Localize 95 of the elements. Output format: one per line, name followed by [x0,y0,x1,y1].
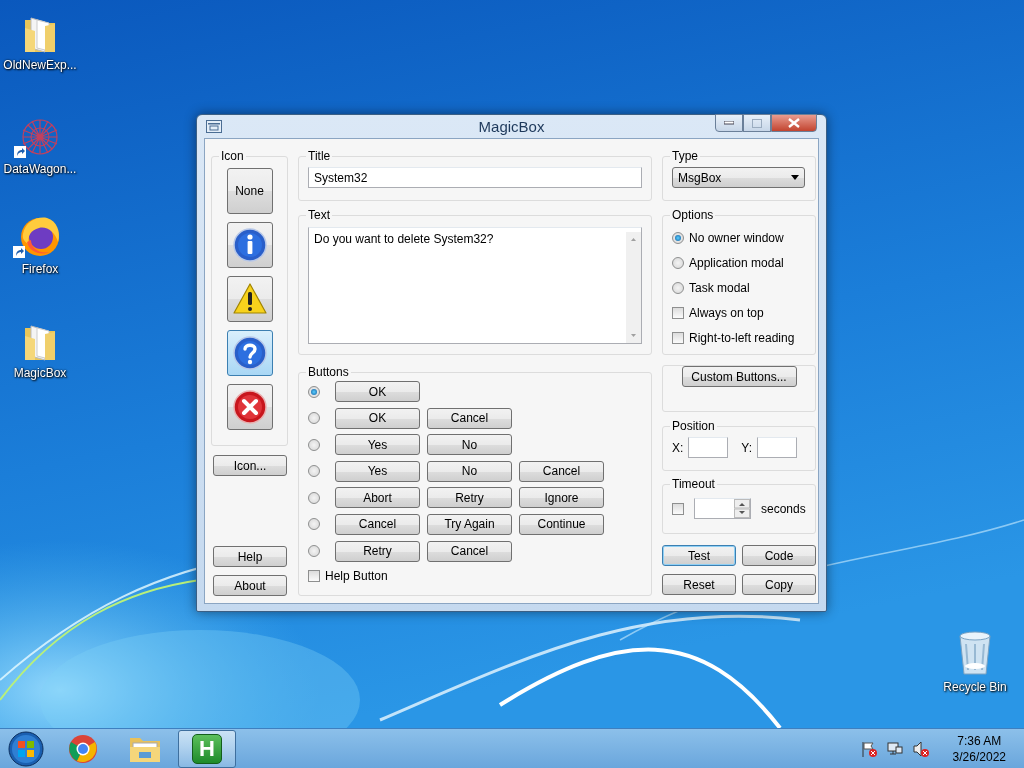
group-label: Text [307,208,331,222]
radio-button[interactable] [308,491,320,504]
folder-icon [23,14,57,54]
checkbox[interactable] [672,502,684,515]
dropdown-value: MsgBox [678,170,722,185]
about-button[interactable]: About [213,575,287,596]
info-icon [232,228,267,262]
icon-label[interactable]: Firefox [21,262,59,276]
x-field[interactable] [688,437,729,458]
sample-button[interactable]: Abort [335,487,420,509]
group-label: Title [307,149,332,163]
trash-bin-icon [957,630,993,676]
sample-button[interactable]: No [427,434,512,456]
group-label: Timeout [671,477,716,491]
flag-icon[interactable] [860,740,877,757]
type-dropdown[interactable]: MsgBox [672,167,805,188]
browser-icon [68,733,98,764]
group-label: Options [671,208,715,222]
checkbox[interactable] [308,570,320,583]
icon-label[interactable]: MagicBox [13,366,67,380]
code-button[interactable]: Code [742,545,816,566]
sample-button[interactable]: Cancel [427,540,512,562]
sample-button[interactable]: Cancel [427,407,512,429]
sample-button[interactable]: Cancel [335,513,420,535]
help-button[interactable]: Help [213,546,287,567]
copy-button[interactable]: Copy [742,574,816,595]
radio-button[interactable] [308,518,320,531]
test-button[interactable]: Test [662,545,736,566]
group-label: Position [671,419,716,433]
window-title: MagicBox [477,118,546,135]
network-icon[interactable] [886,740,903,757]
question-icon [232,336,267,370]
sample-button[interactable]: Try Again [427,513,512,535]
sample-button[interactable]: OK [335,381,420,402]
icon-option-button[interactable]: None [226,168,273,214]
sample-button[interactable]: Retry [427,487,512,509]
custom-buttons-button[interactable]: Custom Buttons... [681,366,797,387]
sample-button[interactable]: Ignore [519,487,604,509]
scrollbar[interactable] [626,232,641,343]
error-icon [232,390,267,424]
caret-icon [791,175,799,180]
timeout-field[interactable] [694,498,751,519]
group-label: Buttons [307,365,350,379]
radio-button[interactable] [672,231,684,244]
y-field[interactable] [757,437,798,458]
spinner-arrows[interactable] [734,499,750,518]
reset-button[interactable]: Reset [662,574,736,595]
radio-button[interactable] [308,465,320,478]
sample-button[interactable]: OK [335,407,420,429]
sample-button[interactable]: Cancel [519,460,604,482]
close-icon [788,118,800,128]
option-label: No owner window [689,230,784,245]
sample-button[interactable]: Retry [335,540,420,562]
message-field[interactable]: Do you want to delete System32? [308,227,642,344]
checkbox[interactable] [672,331,684,344]
sample-button[interactable]: Yes [335,460,420,482]
maximize-button[interactable] [743,114,771,132]
radio-button[interactable] [308,438,320,451]
icon-browse-button[interactable]: Icon... [213,455,287,476]
option-label: Application modal [689,255,784,270]
group-label: Icon [220,149,245,163]
checkbox[interactable] [672,306,684,319]
option-label: Task modal [689,280,750,295]
option-label: Right-to-left reading [689,330,795,345]
icon-option-button[interactable] [226,276,273,322]
folder-icon [23,322,57,362]
radio-button[interactable] [308,545,320,558]
sample-button[interactable]: No [427,460,512,482]
speaker-icon[interactable] [912,740,929,757]
radio-button[interactable] [308,412,320,425]
radio-button[interactable] [308,385,320,398]
minimize-button[interactable] [715,114,743,132]
sample-button[interactable]: Continue [519,513,604,535]
unit-label: seconds [761,501,806,516]
field-label: X: [672,440,684,455]
minimize-icon [724,121,734,125]
message-text: Do you want to delete System32? [314,232,494,246]
clock-time: 7:36 AM [957,732,1002,749]
close-button[interactable] [771,114,817,132]
icon-label[interactable]: DataWagon... [3,162,77,176]
radio-button[interactable] [672,256,684,269]
clock-date: 3/26/2022 [952,748,1006,765]
radio-button[interactable] [672,281,684,294]
maximize-icon [752,118,762,128]
icon-label[interactable]: OldNewExp... [3,58,77,72]
app-logo: H [192,733,222,764]
warning-icon [231,282,268,316]
sample-button[interactable]: Yes [335,434,420,456]
field-label: Y: [741,440,753,455]
option-label: Always on top [689,305,764,320]
app-icon [206,120,222,133]
checkbox-label: Help Button [325,569,388,584]
start-button[interactable] [6,729,46,768]
group-label: Type [671,149,699,163]
title-field[interactable]: System32 [308,167,642,188]
